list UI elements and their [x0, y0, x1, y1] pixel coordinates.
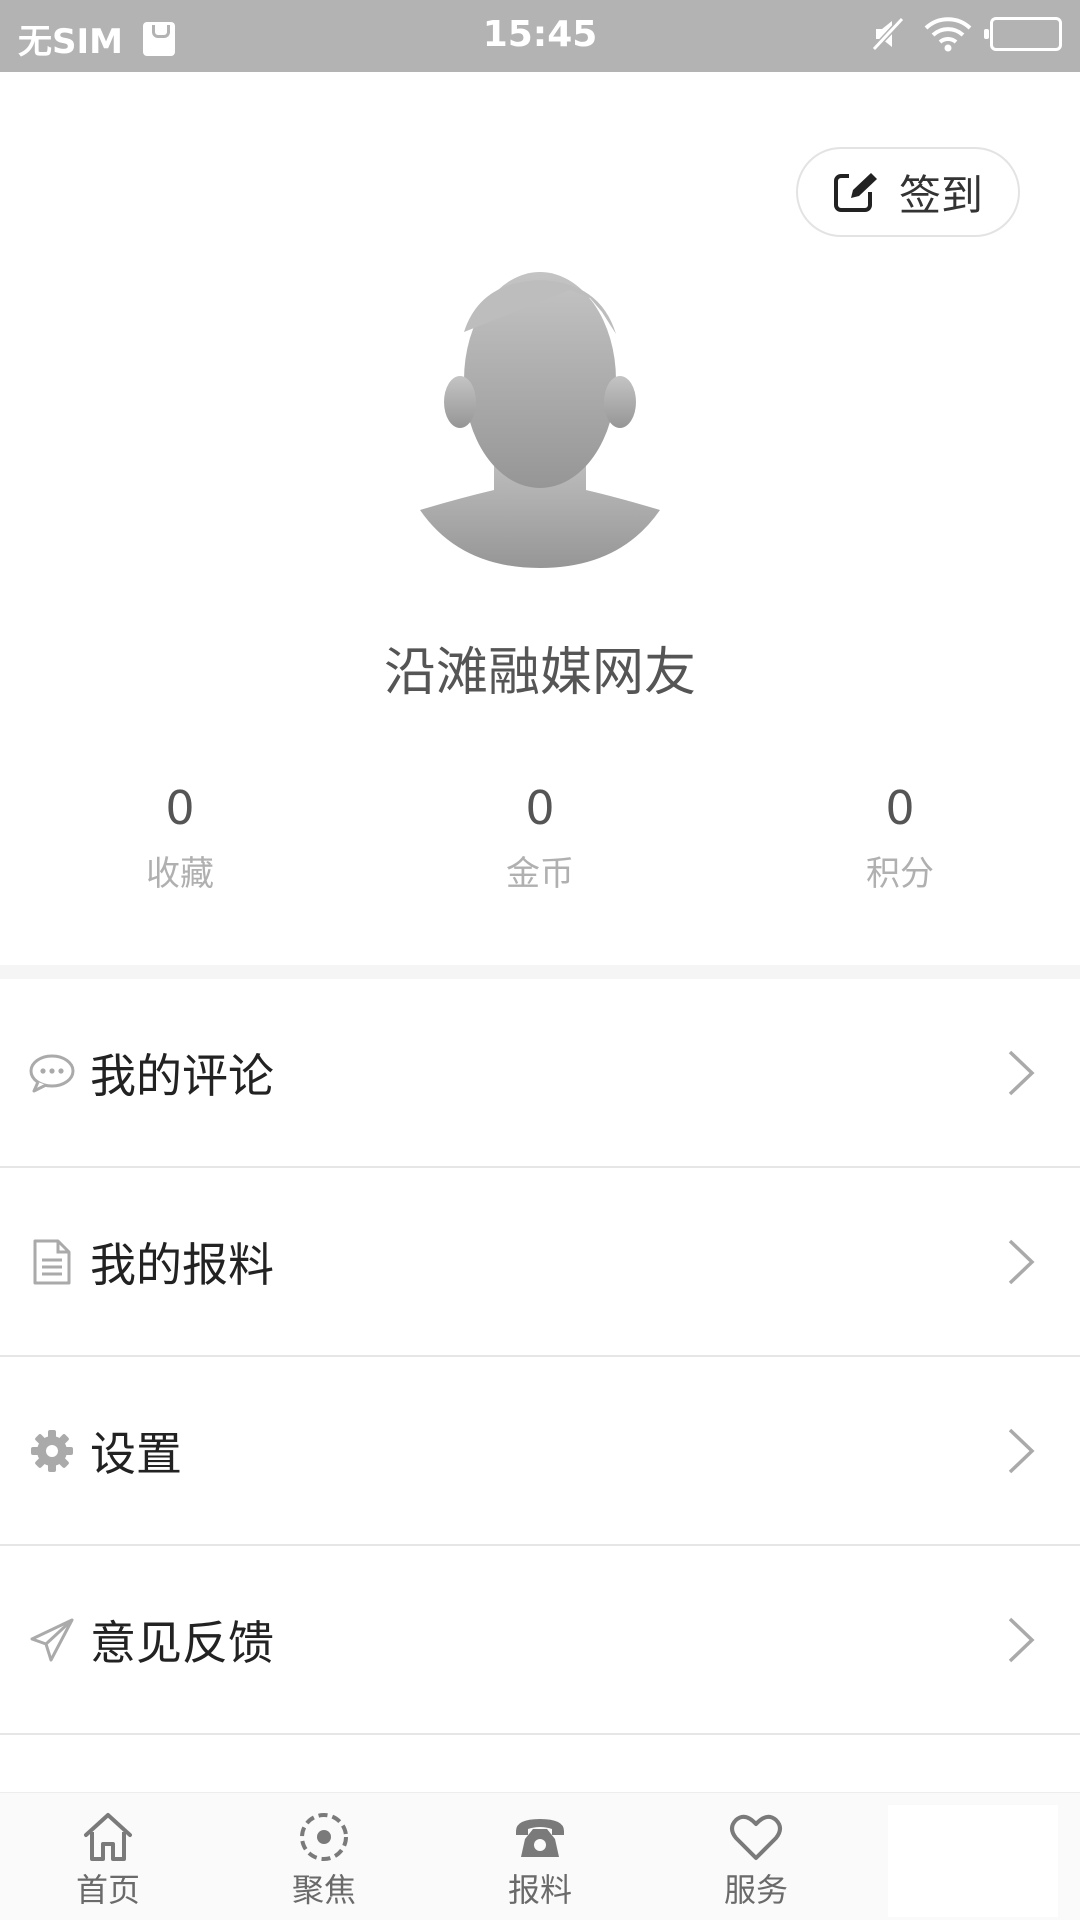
chevron-right-icon	[1008, 1050, 1035, 1095]
tab-report[interactable]: 报料	[440, 1793, 640, 1921]
wifi-icon	[924, 17, 972, 52]
stat-value: 0	[885, 781, 915, 835]
stat-label: 积分	[866, 854, 934, 894]
battery-icon	[984, 17, 1062, 51]
document-icon	[33, 1239, 71, 1284]
menu-list: 我的评论 我的报料 设置 意见反馈	[0, 979, 1080, 1735]
stat-points[interactable]: 0 积分	[720, 778, 1080, 902]
stat-label: 收藏	[146, 854, 214, 894]
tab-focus[interactable]: 聚焦	[224, 1793, 424, 1921]
chevron-right-icon	[1008, 1617, 1035, 1662]
comment-icon	[29, 1054, 75, 1092]
heart-icon	[730, 1814, 782, 1860]
gear-icon	[31, 1429, 73, 1472]
chevron-right-icon	[1008, 1239, 1035, 1284]
section-divider	[0, 965, 1080, 979]
home-icon	[84, 1813, 132, 1861]
stat-coins[interactable]: 0 金币	[360, 778, 720, 902]
mute-icon	[871, 16, 905, 52]
tab-label: 聚焦	[291, 1871, 356, 1909]
menu-item-feedback[interactable]: 意见反馈	[0, 1546, 1080, 1735]
focus-icon	[300, 1813, 348, 1861]
bottom-tab-bar: 首页 聚焦 报料 服务	[0, 1792, 1080, 1920]
paper-plane-icon	[30, 1618, 74, 1661]
menu-item-my-reports[interactable]: 我的报料	[0, 1168, 1080, 1357]
tab-label: 报料	[507, 1871, 572, 1909]
stat-label: 金币	[506, 854, 574, 894]
tab-home[interactable]: 首页	[8, 1793, 208, 1921]
stat-favorites[interactable]: 0 收藏	[0, 778, 360, 902]
tab-label: 首页	[75, 1871, 140, 1909]
status-bar: 无SIM 15:45	[0, 0, 1080, 72]
menu-item-my-comments[interactable]: 我的评论	[0, 979, 1080, 1168]
menu-item-label: 设置	[90, 1426, 182, 1481]
checkin-button[interactable]: 签到	[796, 147, 1020, 237]
chevron-right-icon	[1008, 1428, 1035, 1473]
menu-item-label: 意见反馈	[90, 1615, 274, 1670]
username: 沿滩融媒网友	[383, 643, 696, 703]
phone-icon	[516, 1819, 564, 1857]
checkin-label: 签到	[898, 170, 983, 220]
avatar[interactable]	[420, 272, 660, 572]
tab-label: 服务	[723, 1871, 788, 1909]
stat-value: 0	[525, 781, 555, 835]
stat-value: 0	[165, 781, 195, 835]
menu-item-label: 我的报料	[90, 1237, 274, 1292]
menu-item-label: 我的评论	[90, 1048, 274, 1103]
menu-item-settings[interactable]: 设置	[0, 1357, 1080, 1546]
tab-services[interactable]: 服务	[656, 1793, 856, 1921]
tab-placeholder	[888, 1805, 1058, 1917]
stats-row: 0 收藏 0 金币 0 积分	[0, 778, 1080, 928]
edit-icon	[833, 170, 881, 212]
